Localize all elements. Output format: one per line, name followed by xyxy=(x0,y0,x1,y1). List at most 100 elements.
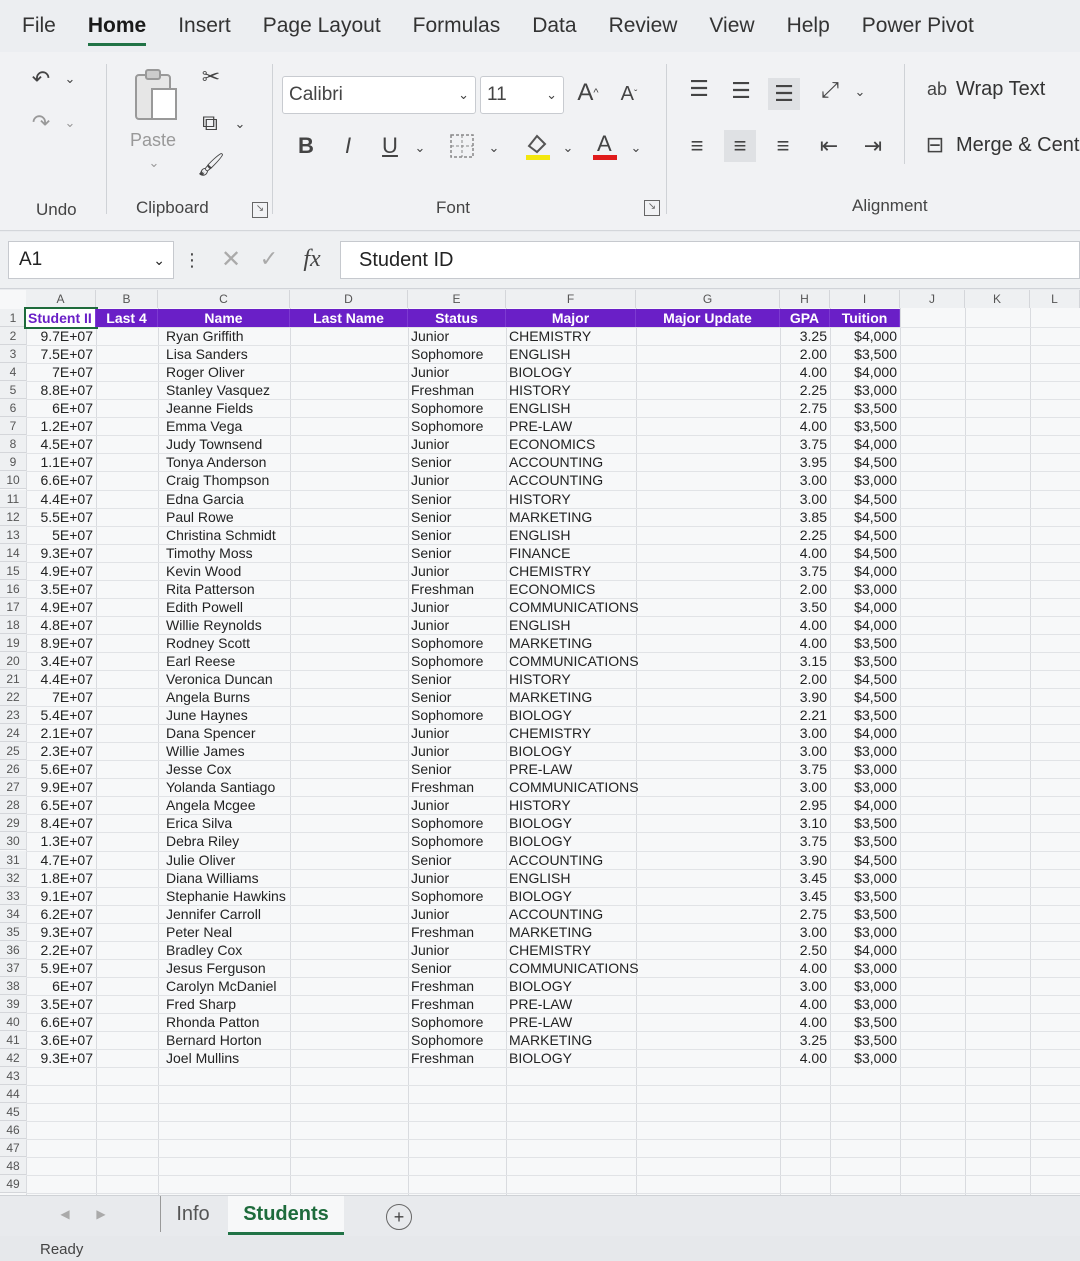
table-cell[interactable]: Judy Townsend xyxy=(158,435,290,453)
row-header[interactable]: 40 xyxy=(0,1012,26,1031)
table-cell[interactable]: Junior xyxy=(408,616,506,634)
table-cell[interactable]: 2.00 xyxy=(780,670,830,688)
row-header[interactable]: 1 xyxy=(0,309,26,328)
table-cell[interactable]: Lisa Sanders xyxy=(158,345,290,363)
row-header[interactable]: 35 xyxy=(0,922,26,941)
table-cell[interactable]: Rhonda Patton xyxy=(158,1013,290,1031)
table-cell[interactable]: MARKETING xyxy=(506,508,636,526)
row-header[interactable]: 20 xyxy=(0,651,26,670)
table-cell[interactable]: Paul Rowe xyxy=(158,508,290,526)
table-cell[interactable]: Jeanne Fields xyxy=(158,399,290,417)
table-cell[interactable]: 6.6E+07 xyxy=(26,1013,96,1031)
table-cell[interactable]: 3.90 xyxy=(780,688,830,706)
italic-button[interactable]: I xyxy=(334,130,362,162)
column-header-d[interactable]: D xyxy=(290,290,408,308)
table-cell[interactable]: $4,500 xyxy=(830,544,900,562)
scroll-left-icon[interactable]: ◀ xyxy=(56,1204,74,1224)
table-cell[interactable]: Joel Mullins xyxy=(158,1049,290,1067)
table-cell[interactable]: Tonya Anderson xyxy=(158,453,290,471)
row-header[interactable]: 26 xyxy=(0,760,26,779)
tab-page-layout[interactable]: Page Layout xyxy=(247,0,397,52)
table-cell[interactable]: $4,000 xyxy=(830,327,900,345)
row-header[interactable]: 2 xyxy=(0,327,26,346)
font-name-select[interactable]: Calibri ⌄ xyxy=(282,76,476,114)
table-cell[interactable]: $3,000 xyxy=(830,995,900,1013)
table-cell[interactable]: Fred Sharp xyxy=(158,995,290,1013)
table-cell[interactable]: ECONOMICS xyxy=(506,435,636,453)
table-cell[interactable]: Senior xyxy=(408,490,506,508)
align-right-icon[interactable]: ≡ xyxy=(768,130,798,162)
table-cell[interactable]: 4.4E+07 xyxy=(26,490,96,508)
paste-icon[interactable] xyxy=(128,66,182,124)
table-cell[interactable]: Senior xyxy=(408,851,506,869)
table-cell[interactable]: 7E+07 xyxy=(26,363,96,381)
table-cell[interactable]: 2.25 xyxy=(780,526,830,544)
table-cell[interactable]: $3,000 xyxy=(830,742,900,760)
increase-indent-icon[interactable]: ⇥ xyxy=(858,130,888,162)
table-cell[interactable]: Sophomore xyxy=(408,652,506,670)
table-cell[interactable]: $4,000 xyxy=(830,724,900,742)
row-header[interactable]: 41 xyxy=(0,1031,26,1050)
increase-font-icon[interactable]: A ^ xyxy=(572,76,604,110)
table-cell[interactable]: $4,000 xyxy=(830,435,900,453)
table-cell[interactable]: $3,500 xyxy=(830,887,900,905)
table-cell[interactable]: $4,500 xyxy=(830,670,900,688)
column-header-g[interactable]: G xyxy=(636,290,780,308)
row-header[interactable]: 21 xyxy=(0,670,26,689)
merge-center-icon[interactable]: ⊟ xyxy=(920,130,950,160)
table-cell[interactable]: Jennifer Carroll xyxy=(158,905,290,923)
table-cell[interactable]: 1.8E+07 xyxy=(26,869,96,887)
table-cell[interactable]: $3,000 xyxy=(830,923,900,941)
copy-icon[interactable]: ⧉ xyxy=(194,108,226,138)
table-cell[interactable]: Junior xyxy=(408,941,506,959)
table-cell[interactable]: BIOLOGY xyxy=(506,363,636,381)
table-cell[interactable]: $3,000 xyxy=(830,869,900,887)
table-cell[interactable]: Veronica Duncan xyxy=(158,670,290,688)
table-cell[interactable]: Senior xyxy=(408,508,506,526)
table-cell[interactable]: $4,500 xyxy=(830,688,900,706)
table-cell[interactable]: CHEMISTRY xyxy=(506,562,636,580)
row-header[interactable]: 43 xyxy=(0,1067,26,1086)
cancel-icon[interactable]: ✕ xyxy=(216,244,246,274)
fill-color-dropdown-icon[interactable]: ⌄ xyxy=(560,138,576,158)
clipboard-launcher-icon[interactable]: ↘ xyxy=(252,202,268,218)
row-header[interactable]: 6 xyxy=(0,399,26,418)
row-header[interactable]: 42 xyxy=(0,1049,26,1068)
table-cell[interactable]: Freshman xyxy=(408,995,506,1013)
table-cell[interactable]: Roger Oliver xyxy=(158,363,290,381)
row-header[interactable]: 31 xyxy=(0,850,26,869)
header-cell[interactable]: Student II xyxy=(24,307,98,329)
table-cell[interactable]: Sophomore xyxy=(408,832,506,850)
table-cell[interactable]: 2.2E+07 xyxy=(26,941,96,959)
table-cell[interactable]: 4.7E+07 xyxy=(26,851,96,869)
table-cell[interactable]: Stephanie Hawkins xyxy=(158,887,290,905)
table-cell[interactable]: Freshman xyxy=(408,381,506,399)
table-cell[interactable]: 3.5E+07 xyxy=(26,995,96,1013)
table-cell[interactable]: 3.45 xyxy=(780,887,830,905)
table-cell[interactable]: Junior xyxy=(408,562,506,580)
wrap-text-button[interactable]: Wrap Text xyxy=(956,78,1045,101)
table-cell[interactable]: Freshman xyxy=(408,1049,506,1067)
table-cell[interactable]: 4.9E+07 xyxy=(26,562,96,580)
decrease-font-icon[interactable]: Aˇ xyxy=(614,78,644,110)
table-cell[interactable]: Rita Patterson xyxy=(158,580,290,598)
table-cell[interactable]: 3.45 xyxy=(780,869,830,887)
header-cell[interactable]: Last Name xyxy=(290,309,408,327)
header-cell[interactable]: Tuition xyxy=(830,309,900,327)
borders-dropdown-icon[interactable]: ⌄ xyxy=(486,138,502,158)
table-cell[interactable]: ACCOUNTING xyxy=(506,851,636,869)
row-header[interactable]: 11 xyxy=(0,489,26,508)
table-cell[interactable]: 2.95 xyxy=(780,796,830,814)
row-header[interactable]: 29 xyxy=(0,814,26,833)
table-cell[interactable]: $3,500 xyxy=(830,814,900,832)
table-cell[interactable]: Senior xyxy=(408,959,506,977)
table-cell[interactable]: Stanley Vasquez xyxy=(158,381,290,399)
row-header[interactable]: 48 xyxy=(0,1157,26,1176)
table-cell[interactable]: Sophomore xyxy=(408,399,506,417)
table-cell[interactable]: Freshman xyxy=(408,580,506,598)
table-cell[interactable]: $3,500 xyxy=(830,417,900,435)
merge-center-button[interactable]: Merge & Cent xyxy=(956,134,1079,157)
row-header[interactable]: 47 xyxy=(0,1139,26,1158)
table-cell[interactable]: 5.4E+07 xyxy=(26,706,96,724)
table-cell[interactable]: Carolyn McDaniel xyxy=(158,977,290,995)
